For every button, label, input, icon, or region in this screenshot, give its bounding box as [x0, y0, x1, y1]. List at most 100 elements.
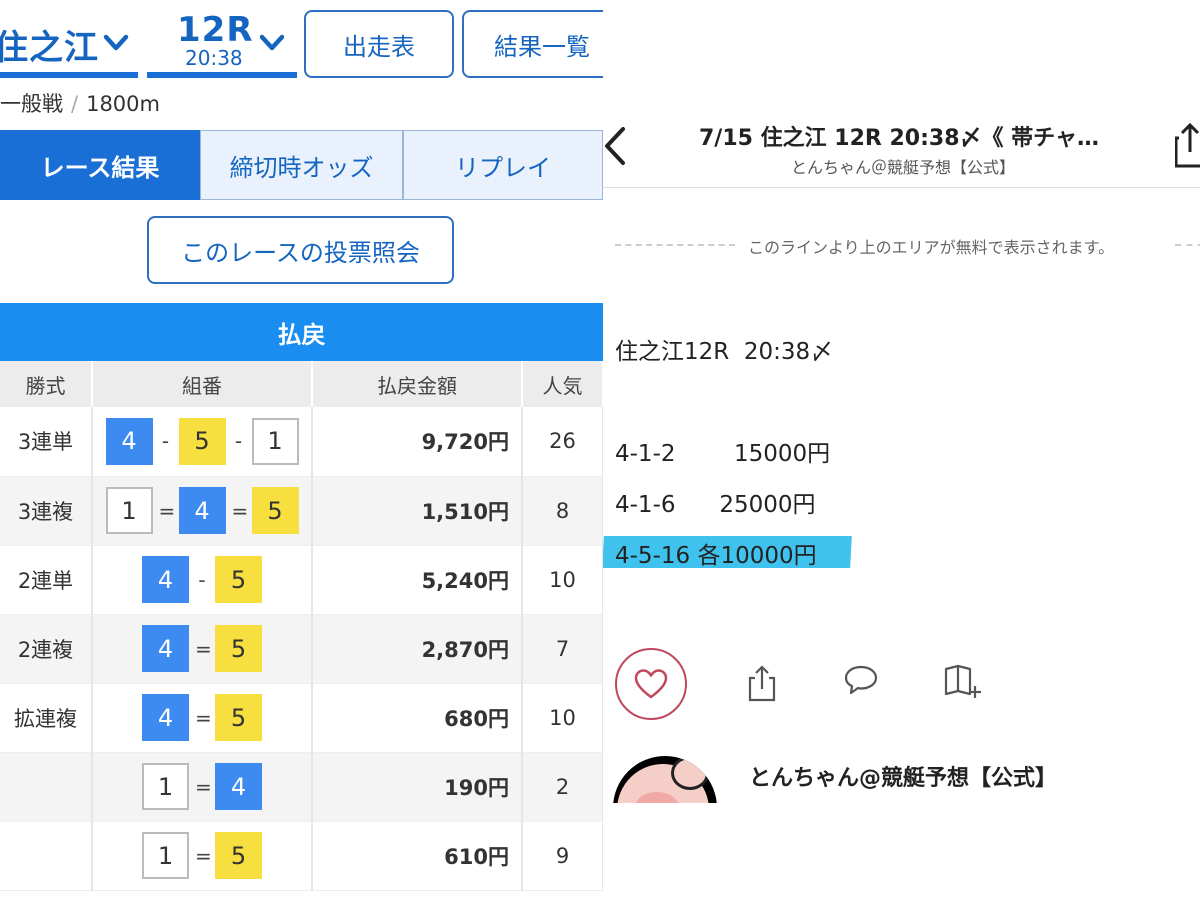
- ticket-type: 2連複: [0, 614, 93, 684]
- ticket-type: [0, 752, 93, 822]
- boat-number-badge: 4: [142, 625, 189, 672]
- article-panel: 7/15 住之江 12R 20:38〆《 帯チャ… とんちゃん＠競艇予想【公式】…: [603, 0, 1200, 900]
- payout-amount: 2,870円: [312, 614, 523, 684]
- race-time: 20:38: [185, 46, 243, 70]
- column-header: 勝式: [0, 361, 93, 407]
- boat-number-badge: 1: [251, 417, 299, 465]
- race-info: 一般戦 / 1800m: [0, 88, 160, 118]
- venue-name: 住之江: [0, 28, 99, 68]
- vote-inquiry-button[interactable]: このレースの投票照会: [147, 216, 454, 284]
- dashed-line: [1175, 244, 1200, 246]
- header-divider: [603, 187, 1200, 188]
- ticket-type: 拡連複: [0, 683, 93, 753]
- table-row: 2連単 4-5 5,240円 10: [0, 545, 603, 615]
- table-row: 3連複 1 = 4 = 5 1,510円 8: [0, 476, 603, 546]
- race-result-panel: 住之江 12R 20:38 出走表 結果一覧 一般戦 / 1800m レース結果 締…: [0, 0, 603, 900]
- combination-separator: -: [161, 429, 170, 454]
- popularity-rank: 2: [522, 752, 603, 822]
- boat-number-badge: 4: [105, 417, 153, 465]
- author-name[interactable]: とんちゃん@競艇予想【公式】: [749, 760, 1057, 792]
- table-row: 2連複 4 = 5 2,870円 7: [0, 614, 603, 684]
- combination: 4-5-1: [92, 407, 313, 477]
- boat-number-badge: 5: [178, 417, 226, 465]
- comment-icon[interactable]: [843, 664, 879, 696]
- ticket-type: [0, 821, 93, 891]
- heart-icon: [634, 669, 668, 699]
- combination-group: 1 = 5: [142, 832, 262, 879]
- popularity-rank: 10: [522, 545, 603, 615]
- combination-separator: =: [195, 774, 212, 799]
- ticket-type: 2連単: [0, 545, 93, 615]
- combination: 4-5: [92, 545, 313, 615]
- race-distance: 1800m: [86, 92, 160, 116]
- tab-replay[interactable]: リプレイ: [403, 130, 603, 200]
- column-header: 払戻金額: [312, 361, 523, 407]
- combination-separator: =: [231, 498, 249, 523]
- combination: 4 = 5: [92, 614, 313, 684]
- tab-closing-odds[interactable]: 締切時オッズ: [200, 130, 403, 200]
- combination-separator: =: [158, 498, 176, 523]
- popularity-rank: 7: [522, 614, 603, 684]
- payout-amount: 5,240円: [312, 545, 523, 615]
- avatar-ear: [671, 756, 709, 790]
- boat-number-badge: 5: [215, 556, 262, 603]
- combination: 1 = 4: [92, 752, 313, 822]
- combination-separator: -: [198, 567, 206, 592]
- combination-separator: -: [234, 429, 243, 454]
- payout-table: 勝式 組番 払戻金額 人気 3連単 4-5-1 9,720円 26 3連複 1 = 4 = 5 1,…: [0, 361, 603, 891]
- article-title: 7/15 住之江 12R 20:38〆《 帯チャ…: [699, 126, 1099, 151]
- combination: 1 = 5: [92, 821, 313, 891]
- race-selector[interactable]: 12R 20:38: [147, 10, 297, 78]
- payout-amount: 610円: [312, 821, 523, 891]
- table-row: 3連単 4-5-1 9,720円 26: [0, 407, 603, 477]
- combination-group: 4-5: [142, 556, 262, 603]
- boat-number-badge: 4: [142, 694, 189, 741]
- magazine-add-icon[interactable]: [943, 664, 983, 700]
- entry-list-button[interactable]: 出走表: [304, 10, 454, 78]
- boat-number-badge: 5: [251, 487, 299, 534]
- boat-number-badge: 5: [215, 694, 262, 741]
- combination: 1 = 4 = 5: [92, 476, 313, 546]
- free-area-line: このラインより上のエリアが無料で表示されます。: [603, 234, 1200, 257]
- combination: 4 = 5: [92, 683, 313, 753]
- payout-header: 払戻: [0, 303, 603, 361]
- separator: /: [71, 92, 79, 116]
- column-header: 人気: [522, 361, 603, 407]
- share-icon[interactable]: [1175, 122, 1200, 168]
- tab-race-result[interactable]: レース結果: [0, 130, 200, 200]
- payout-amount: 9,720円: [312, 407, 523, 477]
- bet-line: 4-1-6 25000円: [615, 492, 816, 518]
- popularity-rank: 8: [522, 476, 603, 546]
- combination-separator: =: [195, 636, 212, 661]
- share-icon[interactable]: [747, 664, 777, 702]
- like-button[interactable]: [615, 648, 687, 720]
- dashed-line: [615, 244, 735, 246]
- boat-number-badge: 1: [142, 832, 189, 879]
- combination-group: 1 = 4 = 5: [105, 487, 299, 534]
- payout-amount: 1,510円: [312, 476, 523, 546]
- payout-amount: 680円: [312, 683, 523, 753]
- column-header: 組番: [92, 361, 313, 407]
- combination-separator: =: [195, 705, 212, 730]
- bet-line: 4-1-2 15000円: [615, 441, 831, 467]
- chevron-down-icon: [259, 34, 285, 51]
- boat-number-badge: 4: [142, 556, 189, 603]
- boat-number-badge: 1: [105, 487, 153, 534]
- race-class: 一般戦: [0, 92, 63, 116]
- table-row: 1 = 5 610円 9: [0, 821, 603, 891]
- combination-group: 4 = 5: [142, 694, 262, 741]
- boat-number-badge: 1: [142, 763, 189, 810]
- table-header-row: 勝式 組番 払戻金額 人気: [0, 361, 603, 407]
- free-area-note: このラインより上のエリアが無料で表示されます。: [748, 238, 1115, 257]
- back-chevron-icon[interactable]: [603, 126, 627, 166]
- article-author-sub: とんちゃん＠競艇予想【公式】: [791, 158, 1016, 177]
- boat-number-badge: 4: [178, 487, 226, 534]
- results-list-button[interactable]: 結果一覧: [462, 10, 603, 78]
- ticket-type: 3連複: [0, 476, 93, 546]
- venue-selector[interactable]: 住之江: [0, 10, 138, 78]
- table-row: 1 = 4 190円 2: [0, 752, 603, 822]
- popularity-rank: 26: [522, 407, 603, 477]
- result-tabs: レース結果 締切時オッズ リプレイ: [0, 130, 603, 200]
- race-number: 12R: [177, 10, 254, 50]
- bet-line-highlighted: 4-5-16 各10000円: [615, 543, 817, 569]
